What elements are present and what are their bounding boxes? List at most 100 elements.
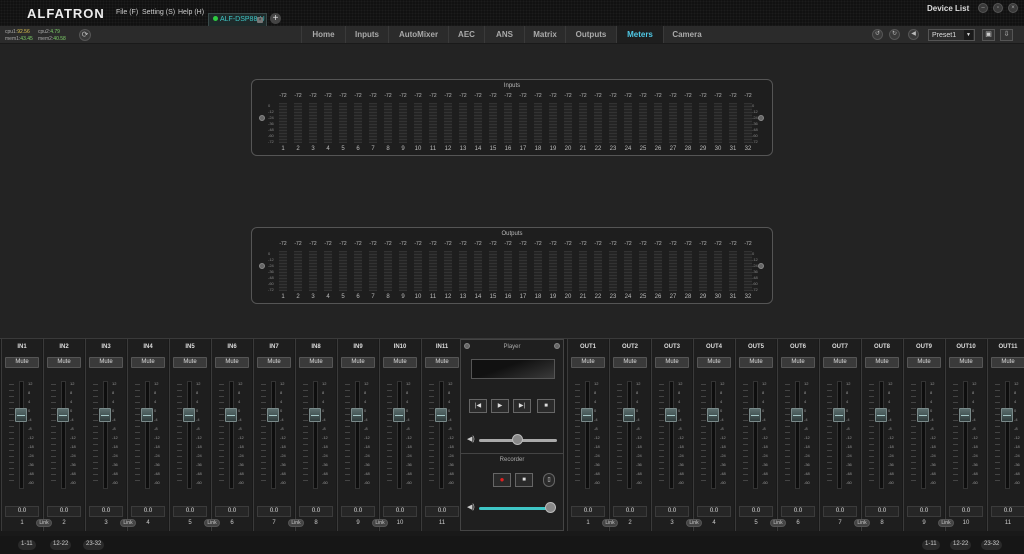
- record-button[interactable]: ●: [493, 473, 511, 487]
- fader-track[interactable]: [921, 381, 926, 489]
- menu-setting[interactable]: Setting (S): [142, 9, 175, 16]
- play-button[interactable]: ▶: [491, 399, 509, 413]
- fader-track[interactable]: [753, 381, 758, 489]
- recorder-volume-knob[interactable]: [545, 502, 556, 513]
- mute-button[interactable]: Mute: [613, 357, 647, 368]
- tab-aec[interactable]: AEC: [448, 26, 484, 43]
- fader-knob[interactable]: [15, 408, 27, 422]
- fader-knob[interactable]: [875, 408, 887, 422]
- tab-home[interactable]: Home: [301, 26, 345, 43]
- fader-track[interactable]: [585, 381, 590, 489]
- fader-knob[interactable]: [141, 408, 153, 422]
- gain-value[interactable]: 0.0: [341, 506, 375, 517]
- export-icon[interactable]: ⇩: [1000, 29, 1013, 41]
- fader-track[interactable]: [879, 381, 884, 489]
- mute-button[interactable]: Mute: [89, 357, 123, 368]
- fader-track[interactable]: [103, 381, 108, 489]
- close-tab-icon[interactable]: ×: [257, 17, 263, 23]
- minimize-icon[interactable]: –: [978, 3, 988, 13]
- fader-knob[interactable]: [665, 408, 677, 422]
- mute-button[interactable]: Mute: [5, 357, 39, 368]
- gain-value[interactable]: 0.0: [383, 506, 417, 517]
- fader-knob[interactable]: [833, 408, 845, 422]
- fader-knob[interactable]: [581, 408, 593, 422]
- fader-track[interactable]: [795, 381, 800, 489]
- fader-knob[interactable]: [917, 408, 929, 422]
- fader-knob[interactable]: [707, 408, 719, 422]
- mute-button[interactable]: Mute: [697, 357, 731, 368]
- maximize-icon[interactable]: ▫: [993, 3, 1003, 13]
- player-volume-knob[interactable]: [512, 434, 523, 445]
- mute-button[interactable]: Mute: [739, 357, 773, 368]
- input-page-1-11[interactable]: 1-11: [18, 540, 36, 550]
- fader-track[interactable]: [19, 381, 24, 489]
- mute-button[interactable]: Mute: [425, 357, 459, 368]
- fader-knob[interactable]: [791, 408, 803, 422]
- fader-track[interactable]: [313, 381, 318, 489]
- fader-track[interactable]: [187, 381, 192, 489]
- gain-value[interactable]: 0.0: [613, 506, 647, 517]
- fader-knob[interactable]: [309, 408, 321, 422]
- output-page-23-32[interactable]: 23-32: [981, 540, 1003, 550]
- fader-knob[interactable]: [959, 408, 971, 422]
- fader-knob[interactable]: [57, 408, 69, 422]
- fader-knob[interactable]: [435, 408, 447, 422]
- link-button[interactable]: Link: [686, 519, 702, 527]
- record-stop-button[interactable]: ■: [515, 473, 533, 487]
- undo-icon[interactable]: ↺: [872, 29, 883, 40]
- fader-track[interactable]: [61, 381, 66, 489]
- stop-button[interactable]: ■: [537, 399, 555, 413]
- output-page-1-11[interactable]: 1-11: [922, 540, 940, 550]
- gain-value[interactable]: 0.0: [781, 506, 815, 517]
- input-page-12-22[interactable]: 12-22: [50, 540, 72, 550]
- mute-button[interactable]: Mute: [173, 357, 207, 368]
- fader-track[interactable]: [439, 381, 444, 489]
- mute-button[interactable]: Mute: [655, 357, 689, 368]
- link-button[interactable]: Link: [288, 519, 304, 527]
- fader-track[interactable]: [145, 381, 150, 489]
- output-page-12-22[interactable]: 12-22: [950, 540, 972, 550]
- mute-button[interactable]: Mute: [257, 357, 291, 368]
- preset-select[interactable]: Preset1 ▼: [928, 29, 975, 41]
- link-button[interactable]: Link: [602, 519, 618, 527]
- next-button[interactable]: ▶|: [513, 399, 531, 413]
- tab-camera[interactable]: Camera: [663, 26, 710, 43]
- fader-knob[interactable]: [1001, 408, 1013, 422]
- fader-knob[interactable]: [183, 408, 195, 422]
- gain-value[interactable]: 0.0: [131, 506, 165, 517]
- redo-icon[interactable]: ↻: [889, 29, 900, 40]
- mute-button[interactable]: Mute: [47, 357, 81, 368]
- fader-track[interactable]: [669, 381, 674, 489]
- mute-button[interactable]: Mute: [215, 357, 249, 368]
- link-button[interactable]: Link: [204, 519, 220, 527]
- fader-knob[interactable]: [225, 408, 237, 422]
- gain-value[interactable]: 0.0: [865, 506, 899, 517]
- gain-value[interactable]: 0.0: [907, 506, 941, 517]
- gain-value[interactable]: 0.0: [991, 506, 1024, 517]
- tab-inputs[interactable]: Inputs: [345, 26, 388, 43]
- input-page-23-32[interactable]: 23-32: [83, 540, 105, 550]
- speaker-icon[interactable]: ◀: [908, 29, 919, 40]
- fader-track[interactable]: [627, 381, 632, 489]
- link-button[interactable]: Link: [120, 519, 136, 527]
- save-icon[interactable]: ▣: [982, 29, 995, 41]
- tab-meters[interactable]: Meters: [616, 26, 663, 43]
- device-list-title[interactable]: Device List: [927, 4, 969, 13]
- mute-button[interactable]: Mute: [823, 357, 857, 368]
- sync-icon[interactable]: ⟳: [79, 29, 91, 41]
- tab-matrix[interactable]: Matrix: [524, 26, 565, 43]
- fader-track[interactable]: [271, 381, 276, 489]
- gain-value[interactable]: 0.0: [823, 506, 857, 517]
- fader-track[interactable]: [397, 381, 402, 489]
- recorder-volume-slider[interactable]: [479, 507, 555, 510]
- fader-track[interactable]: [711, 381, 716, 489]
- device-tab[interactable]: ALF-DSP88-U ×: [208, 13, 267, 26]
- fader-knob[interactable]: [393, 408, 405, 422]
- gain-value[interactable]: 0.0: [571, 506, 605, 517]
- mute-button[interactable]: Mute: [383, 357, 417, 368]
- link-button[interactable]: Link: [36, 519, 52, 527]
- fader-track[interactable]: [837, 381, 842, 489]
- gain-value[interactable]: 0.0: [47, 506, 81, 517]
- link-button[interactable]: Link: [372, 519, 388, 527]
- fader-track[interactable]: [1005, 381, 1010, 489]
